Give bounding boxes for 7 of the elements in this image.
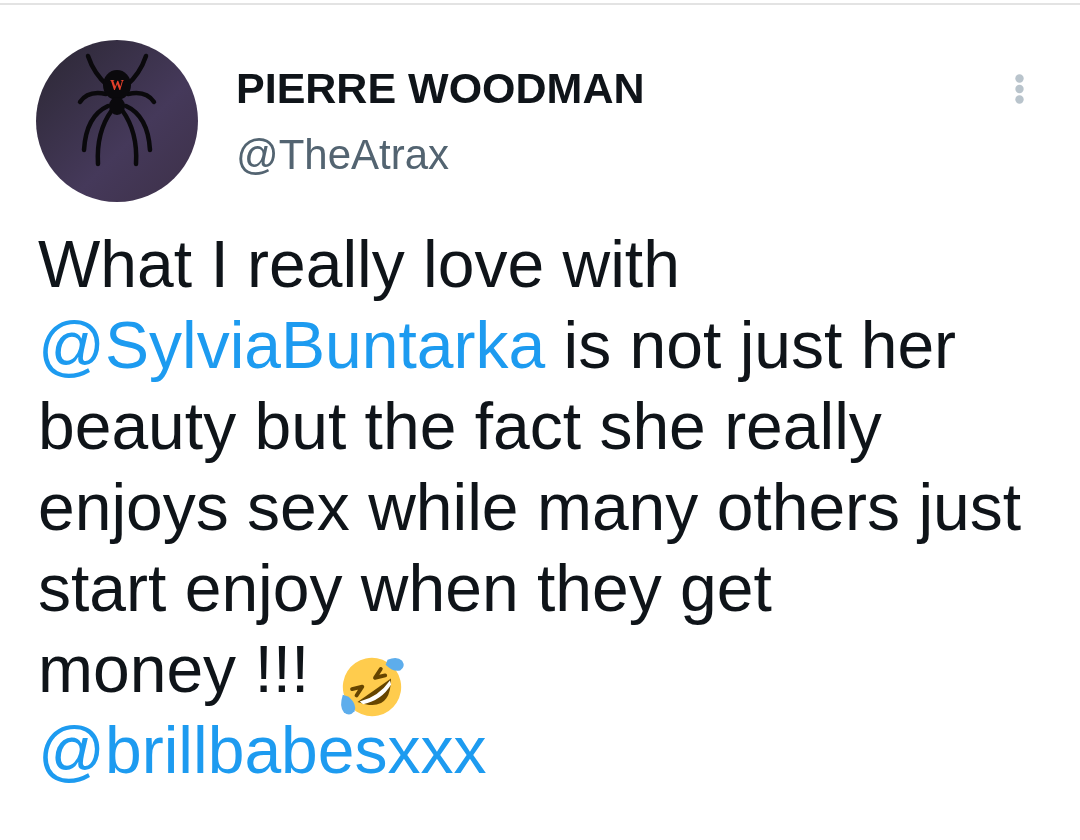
user-handle: @TheAtrax [236, 131, 450, 180]
tweet-text: money !!! [38, 629, 1042, 710]
more-options-icon[interactable] [1015, 74, 1024, 104]
display-name: PIERRE WOODMAN [236, 64, 645, 114]
mention-link[interactable]: @brillbabesxxx [38, 713, 487, 787]
logo-letter: W [110, 78, 124, 93]
mention-link[interactable]: @SylviaBuntarka [38, 308, 546, 382]
